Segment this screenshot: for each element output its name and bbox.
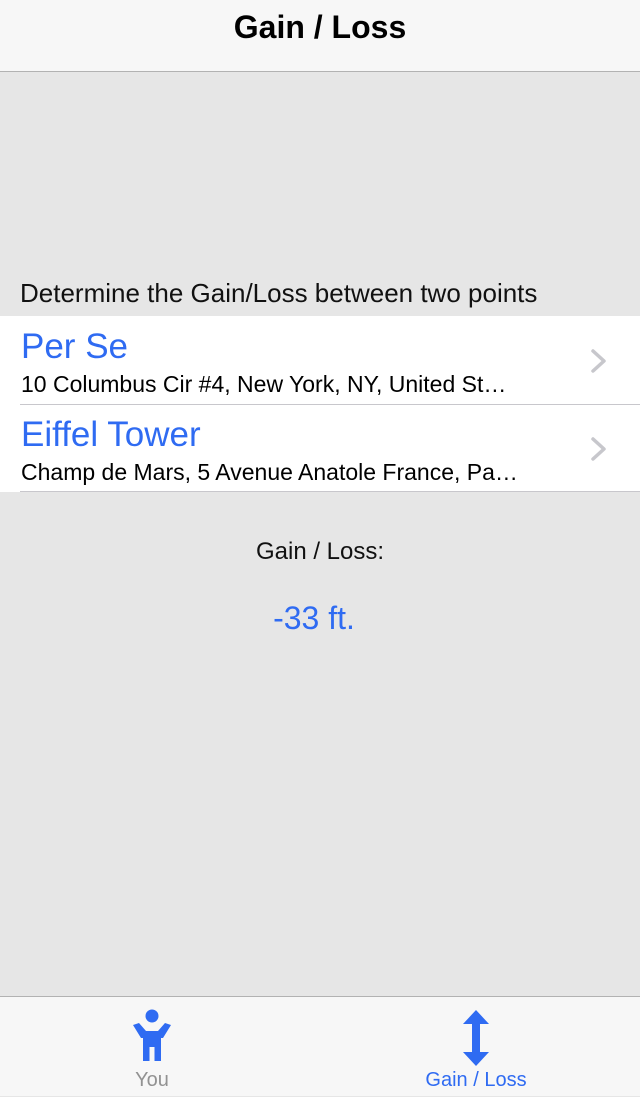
tab-gain-loss[interactable]: Gain / Loss	[376, 997, 576, 1097]
tab-label: Gain / Loss	[425, 1069, 527, 1091]
point-address: Champ de Mars, 5 Avenue Anatole France, …	[21, 459, 518, 485]
chevron-right-icon	[591, 349, 606, 373]
tab-you[interactable]: You	[52, 997, 252, 1097]
tab-bar: You Gain / Loss	[0, 996, 640, 1096]
vertical-arrows-icon	[463, 1010, 489, 1066]
point-cell-end[interactable]: Eiffel Tower Champ de Mars, 5 Avenue Ana…	[0, 404, 640, 492]
point-name: Eiffel Tower	[21, 415, 201, 454]
navigation-bar: Gain / Loss	[0, 0, 640, 72]
chevron-right-icon	[591, 437, 606, 461]
page-title: Gain / Loss	[233, 9, 407, 45]
point-address: 10 Columbus Cir #4, New York, NY, United…	[21, 371, 507, 397]
gain-loss-label: Gain / Loss:	[255, 538, 385, 565]
tab-label: You	[135, 1069, 169, 1091]
person-icon	[133, 1009, 171, 1061]
gain-loss-value: -33 ft.	[273, 600, 355, 636]
points-table: Per Se 10 Columbus Cir #4, New York, NY,…	[0, 316, 640, 492]
section-header: Determine the Gain/Loss between two poin…	[20, 278, 538, 308]
point-name: Per Se	[21, 327, 128, 366]
point-cell-start[interactable]: Per Se 10 Columbus Cir #4, New York, NY,…	[0, 316, 640, 404]
